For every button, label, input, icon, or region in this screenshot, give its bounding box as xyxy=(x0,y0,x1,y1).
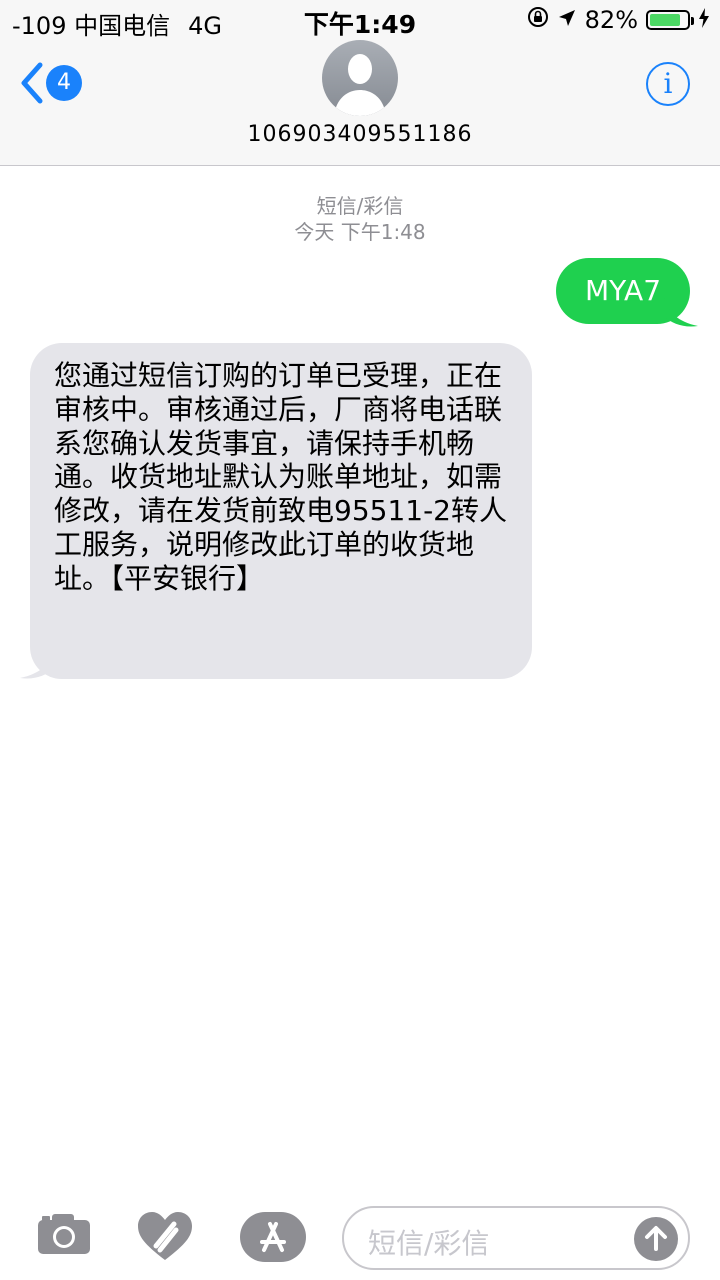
status-bar: -109 中国电信 4G 下午1:49 82% xyxy=(0,0,720,40)
camera-icon[interactable] xyxy=(36,1212,92,1260)
input-placeholder: 短信/彩信 xyxy=(368,1227,490,1260)
message-input-field[interactable]: 短信/彩信 xyxy=(342,1206,690,1270)
conversation-header: 4 106903409551186 i xyxy=(0,40,720,166)
battery-level xyxy=(650,14,680,26)
person-silhouette-icon xyxy=(334,54,386,116)
message-timestamp: 今天 下午1:48 xyxy=(294,220,426,244)
chevron-left-icon xyxy=(21,62,43,104)
message-input-bar: 短信/彩信 xyxy=(0,1196,720,1280)
battery-icon xyxy=(646,10,694,30)
send-arrow-icon xyxy=(645,1226,667,1251)
back-button[interactable]: 4 xyxy=(20,62,82,104)
app-store-icon[interactable] xyxy=(240,1212,306,1266)
unread-count-badge: 4 xyxy=(46,65,82,101)
charging-bolt-icon xyxy=(698,6,710,34)
message-type-label: 短信/彩信 xyxy=(316,194,404,218)
info-button[interactable]: i xyxy=(646,62,690,106)
digital-touch-icon[interactable] xyxy=(136,1212,194,1266)
rotation-lock-icon xyxy=(527,6,549,34)
incoming-message-bubble[interactable]: 您通过短信订购的订单已受理，正在审核中。审核通过后，厂商将电话联系您确认发货事宜… xyxy=(30,343,532,679)
location-arrow-icon xyxy=(557,6,577,34)
battery-percent: 82% xyxy=(584,6,638,34)
incoming-message-text: 您通过短信订购的订单已受理，正在审核中。审核通过后，厂商将电话联系您确认发货事宜… xyxy=(54,359,507,595)
info-icon: i xyxy=(663,67,673,100)
outgoing-bubble-tail xyxy=(664,298,698,327)
status-right-group: 82% xyxy=(527,6,710,34)
contact-number[interactable]: 106903409551186 xyxy=(0,122,720,147)
send-button[interactable] xyxy=(634,1217,678,1261)
contact-avatar[interactable] xyxy=(322,40,398,116)
